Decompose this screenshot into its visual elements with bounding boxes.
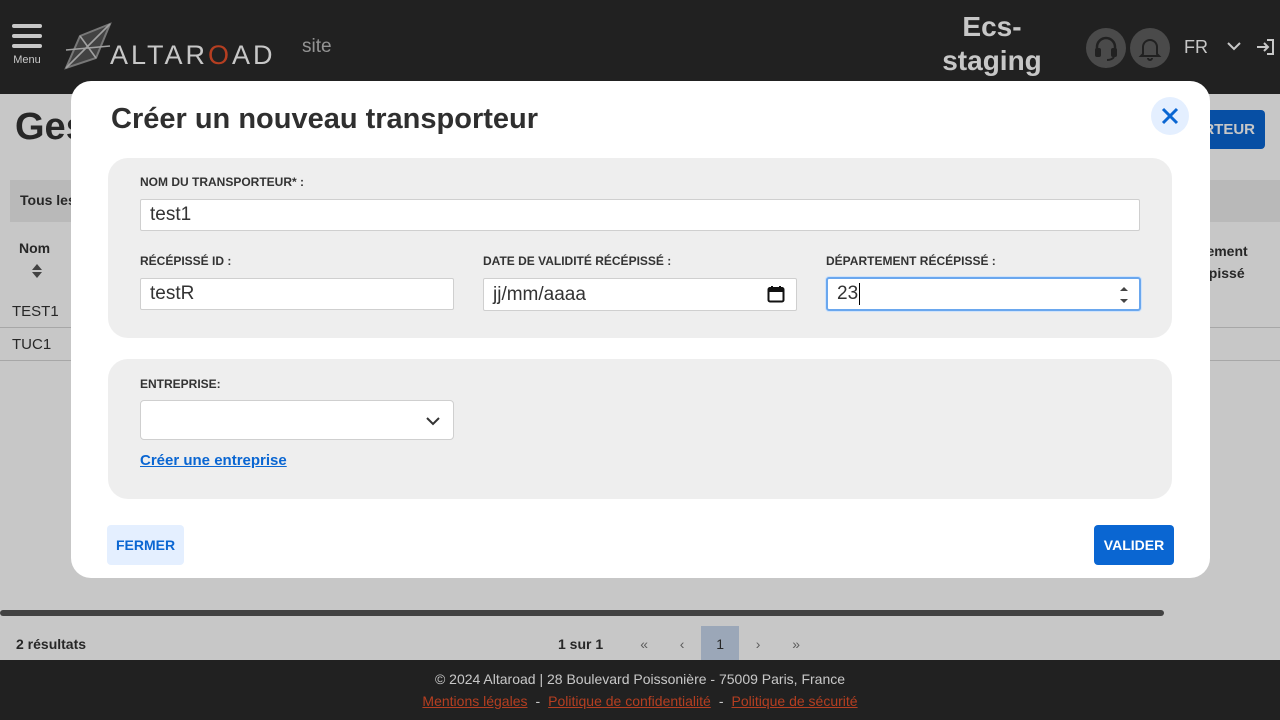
receipt-id-input[interactable]: testR: [140, 278, 454, 310]
date-placeholder: jj/mm/aaaa: [493, 283, 586, 305]
calendar-icon[interactable]: [767, 285, 785, 303]
receipt-department-label: DÉPARTEMENT RÉCÉPISSÉ :: [826, 254, 996, 268]
dialog-title: Créer un nouveau transporteur: [111, 103, 539, 135]
company-label: ENTREPRISE:: [140, 377, 221, 391]
text-cursor: [859, 283, 861, 305]
carrier-details-section: NOM DU TRANSPORTEUR* : test1 RÉCÉPISSÉ I…: [108, 158, 1172, 338]
submit-button[interactable]: VALIDER: [1094, 525, 1174, 565]
receipt-department-input[interactable]: 23: [826, 277, 1141, 311]
close-icon: [1161, 107, 1179, 125]
department-value: 23: [837, 283, 859, 304]
receipt-validity-date-input[interactable]: jj/mm/aaaa: [483, 278, 797, 311]
close-button[interactable]: FERMER: [107, 525, 184, 565]
chevron-down-icon: [426, 417, 440, 426]
carrier-name-input[interactable]: test1: [140, 199, 1140, 231]
receipt-id-label: RÉCÉPISSÉ ID :: [140, 254, 232, 268]
receipt-validity-label: DATE DE VALIDITÉ RÉCÉPISSÉ :: [483, 254, 672, 268]
company-section: ENTREPRISE: Créer une entreprise: [108, 359, 1172, 499]
carrier-name-label: NOM DU TRANSPORTEUR* :: [140, 175, 304, 189]
create-carrier-dialog: Créer un nouveau transporteur NOM DU TRA…: [71, 81, 1210, 578]
company-select[interactable]: [140, 400, 454, 440]
create-company-link[interactable]: Créer une entreprise: [140, 452, 287, 469]
close-dialog-button[interactable]: [1151, 97, 1189, 135]
number-spinner-icon[interactable]: [1117, 282, 1131, 308]
